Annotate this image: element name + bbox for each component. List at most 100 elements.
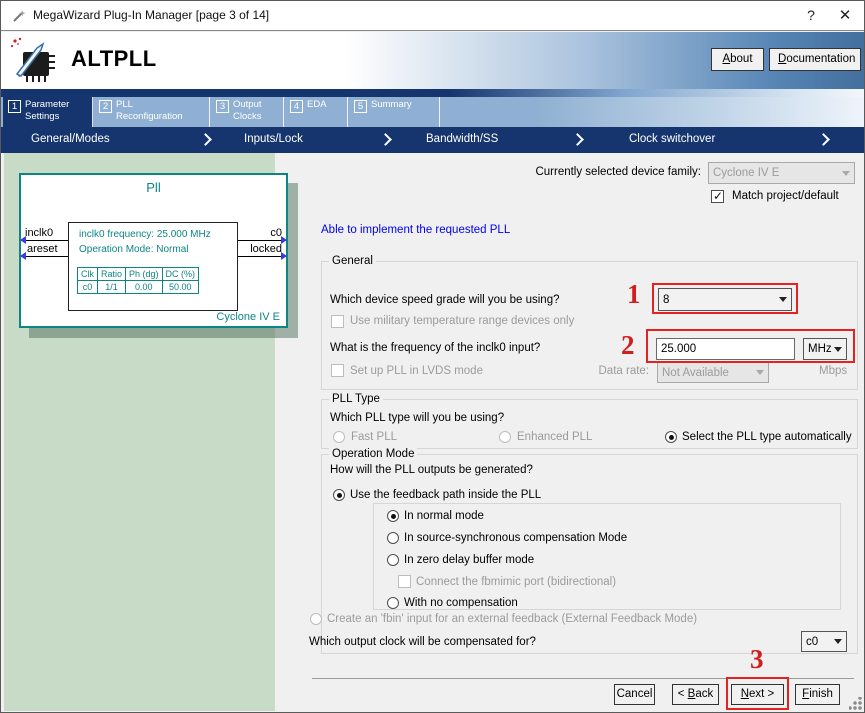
window-title: MegaWizard Plug-In Manager [page 3 of 14…	[33, 8, 269, 22]
fbin-radio	[310, 613, 322, 625]
source-sync-radio[interactable]	[387, 532, 399, 544]
auto-pll-type-radio[interactable]	[665, 431, 677, 443]
military-temp-label: Use military temperature range devices o…	[350, 315, 574, 327]
tab-eda[interactable]: 4EDA	[285, 97, 348, 127]
arrowhead-icon	[20, 252, 26, 260]
annotation-box-1	[652, 283, 798, 314]
wire	[21, 240, 68, 241]
port-locked: locked	[250, 243, 282, 255]
port-areset: areset	[27, 243, 58, 255]
fast-pll-label: Fast PLL	[351, 431, 397, 443]
wizard-tabs: 1Parameter Settings 2PLL Reconfiguration…	[1, 97, 864, 127]
diagram-device-family: Cyclone IV E	[216, 311, 280, 323]
chevron-right-icon	[817, 133, 830, 146]
source-sync-label: In source-synchronous compensation Mode	[404, 532, 627, 544]
tab-parameter-settings[interactable]: 1Parameter Settings	[3, 97, 93, 127]
compensated-clock-question: Which output clock will be compensated f…	[309, 636, 536, 648]
general-legend: General	[329, 255, 376, 267]
crumb-general-modes[interactable]: General/Modes	[31, 133, 110, 145]
resize-grip[interactable]	[849, 697, 862, 710]
lvds-mode-checkbox	[331, 364, 344, 377]
data-rate-select: Not Available	[657, 362, 769, 383]
normal-mode-label: In normal mode	[404, 510, 484, 522]
table-row: c0 1/1 0.00 50.00	[78, 281, 199, 294]
pll-info-box: inclk0 frequency: 25.000 MHz Operation M…	[68, 222, 238, 311]
crumb-clock-switchover[interactable]: Clock switchover	[629, 133, 715, 145]
operation-mode-legend: Operation Mode	[329, 448, 417, 460]
compensated-clock-select[interactable]: c0	[801, 631, 847, 652]
megawizard-dialog: MegaWizard Plug-In Manager [page 3 of 14…	[0, 0, 865, 713]
finish-button[interactable]: Finish	[795, 684, 840, 705]
chevron-right-icon	[379, 133, 392, 146]
match-project-checkbox[interactable]	[711, 190, 724, 203]
tabstrip-top-border	[1, 89, 864, 97]
tab-summary[interactable]: 5Summary	[349, 97, 440, 127]
mode-line: Operation Mode: Normal	[79, 244, 189, 255]
annotation-number-1: 1	[627, 279, 641, 310]
chevron-down-icon	[834, 639, 842, 644]
fast-pll-radio	[333, 431, 345, 443]
feedback-path-label: Use the feedback path inside the PLL	[350, 489, 541, 501]
arrowhead-icon	[281, 236, 287, 244]
tab-pll-reconfiguration[interactable]: 2PLL Reconfiguration	[94, 97, 210, 127]
annotation-box-2	[646, 329, 855, 363]
port-inclk0: inclk0	[25, 227, 53, 239]
pll-instance-name: Pll	[21, 180, 286, 195]
wire	[238, 256, 286, 257]
annotation-number-2: 2	[621, 330, 635, 361]
fbmimic-checkbox	[398, 575, 411, 588]
about-button[interactable]: About	[711, 48, 764, 71]
pll-type-question: Which PLL type will you be using?	[330, 412, 504, 424]
freq-line: inclk0 frequency: 25.000 MHz	[79, 229, 211, 240]
annotation-number-3: 3	[750, 644, 764, 675]
feedback-path-radio[interactable]	[333, 489, 345, 501]
lvds-mode-label: Set up PLL in LVDS mode	[350, 365, 483, 377]
fbmimic-label: Connect the fbmimic port (bidirectional)	[416, 576, 616, 588]
enhanced-pll-label: Enhanced PLL	[517, 431, 592, 443]
arrowhead-icon	[20, 236, 26, 244]
documentation-button[interactable]: Documentation	[769, 48, 861, 71]
help-button[interactable]: ?	[794, 1, 828, 30]
title-bar: MegaWizard Plug-In Manager [page 3 of 14…	[1, 1, 864, 31]
back-button[interactable]: < Back	[672, 684, 719, 705]
altpll-logo-icon	[9, 36, 57, 84]
fbin-label: Create an 'fbin' input for an external f…	[327, 613, 697, 625]
chevron-down-icon	[842, 171, 850, 176]
auto-pll-type-label: Select the PLL type automatically	[682, 431, 852, 443]
arrowhead-icon	[281, 252, 287, 260]
preview-panel: Pll inclk0 areset c0 locked inclk0 frequ…	[4, 153, 275, 711]
close-button[interactable]: ✕	[828, 1, 862, 30]
annotation-box-3	[726, 677, 789, 710]
device-family-select: Cyclone IV E	[708, 162, 855, 184]
wire	[21, 256, 68, 257]
military-temp-checkbox	[331, 315, 344, 328]
chevron-down-icon	[756, 370, 764, 375]
inclk0-frequency-question: What is the frequency of the inclk0 inpu…	[330, 342, 540, 354]
pll-block-diagram: Pll inclk0 areset c0 locked inclk0 frequ…	[19, 173, 288, 328]
operation-mode-question: How will the PLL outputs be generated?	[330, 464, 533, 476]
wizard-wand-icon	[11, 8, 27, 24]
no-compensation-radio[interactable]	[387, 597, 399, 609]
zero-delay-radio[interactable]	[387, 554, 399, 566]
chevron-right-icon	[199, 133, 212, 146]
data-rate-label: Data rate:	[561, 365, 649, 377]
data-rate-unit: Mbps	[819, 365, 847, 377]
crumb-inputs-lock[interactable]: Inputs/Lock	[244, 133, 303, 145]
content-area: Pll inclk0 areset c0 locked inclk0 frequ…	[1, 153, 865, 713]
match-project-label: Match project/default	[732, 190, 839, 202]
banner: ALTPLL About Documentation	[1, 32, 864, 89]
speed-grade-question: Which device speed grade will you be usi…	[330, 294, 560, 306]
tab-output-clocks[interactable]: 3Output Clocks	[211, 97, 284, 127]
no-compensation-label: With no compensation	[404, 597, 518, 609]
cancel-button[interactable]: Cancel	[614, 684, 655, 705]
clock-table: Clk Ratio Ph (dg) DC (%) c0 1/1 0.00 50.…	[77, 267, 199, 294]
breadcrumb: General/Modes Inputs/Lock Bandwidth/SS C…	[1, 127, 864, 153]
chevron-right-icon	[571, 133, 584, 146]
status-message: Able to implement the requested PLL	[321, 224, 510, 236]
enhanced-pll-radio	[499, 431, 511, 443]
megafunction-name: ALTPLL	[71, 46, 157, 72]
zero-delay-label: In zero delay buffer mode	[404, 554, 534, 566]
wire	[238, 240, 286, 241]
crumb-bandwidth-ss[interactable]: Bandwidth/SS	[426, 133, 498, 145]
normal-mode-radio[interactable]	[387, 510, 399, 522]
